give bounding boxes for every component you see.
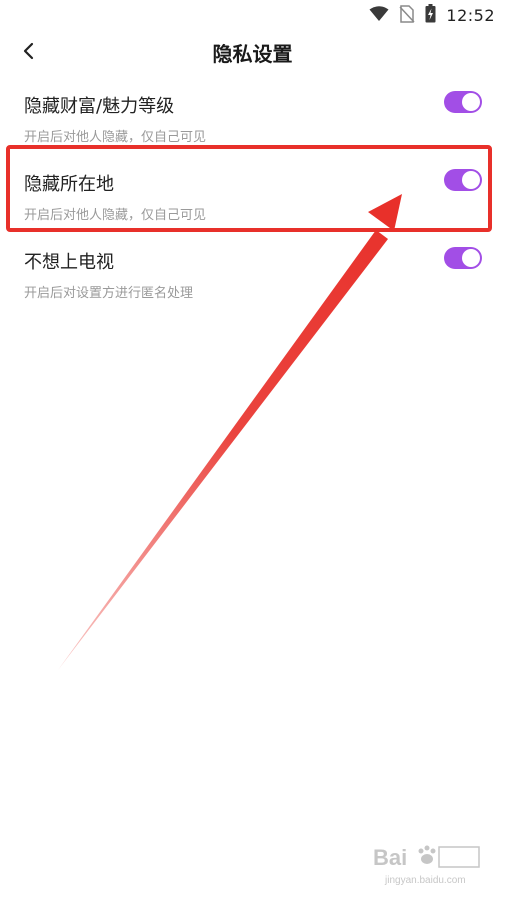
toggle-knob [462, 93, 480, 111]
setting-title: 隐藏财富/魅力等级 [24, 96, 175, 117]
battery-charging-icon [425, 4, 436, 27]
svg-text:jingyan.baidu.com: jingyan.baidu.com [384, 875, 466, 886]
baidu-jingyan-watermark: Bai jingyan.baidu.com [373, 839, 483, 887]
setting-description: 开启后对他人隐藏，仅自己可见 [24, 130, 207, 145]
toggle-no-tv[interactable] [444, 247, 482, 269]
header: 隐私设置 [0, 30, 505, 76]
wifi-icon [369, 5, 389, 26]
setting-item-no-tv: 不想上电视 开启后对设置方进行匿名处理 [0, 236, 505, 314]
status-icons: 12:52 [369, 4, 495, 27]
toggle-knob [462, 249, 480, 267]
page-title: 隐私设置 [212, 42, 293, 66]
baidu-logo-icon: Bai jingyan.baidu.com [373, 845, 480, 886]
svg-text:Bai: Bai [373, 845, 407, 870]
setting-description: 开启后对设置方进行匿名处理 [24, 286, 194, 301]
annotation-highlight-box [6, 145, 492, 232]
no-sim-icon [399, 4, 415, 27]
status-time: 12:52 [446, 6, 495, 25]
setting-title: 不想上电视 [24, 252, 114, 273]
toggle-hide-wealth-level[interactable] [444, 91, 482, 113]
status-bar: 12:52 [0, 0, 505, 30]
